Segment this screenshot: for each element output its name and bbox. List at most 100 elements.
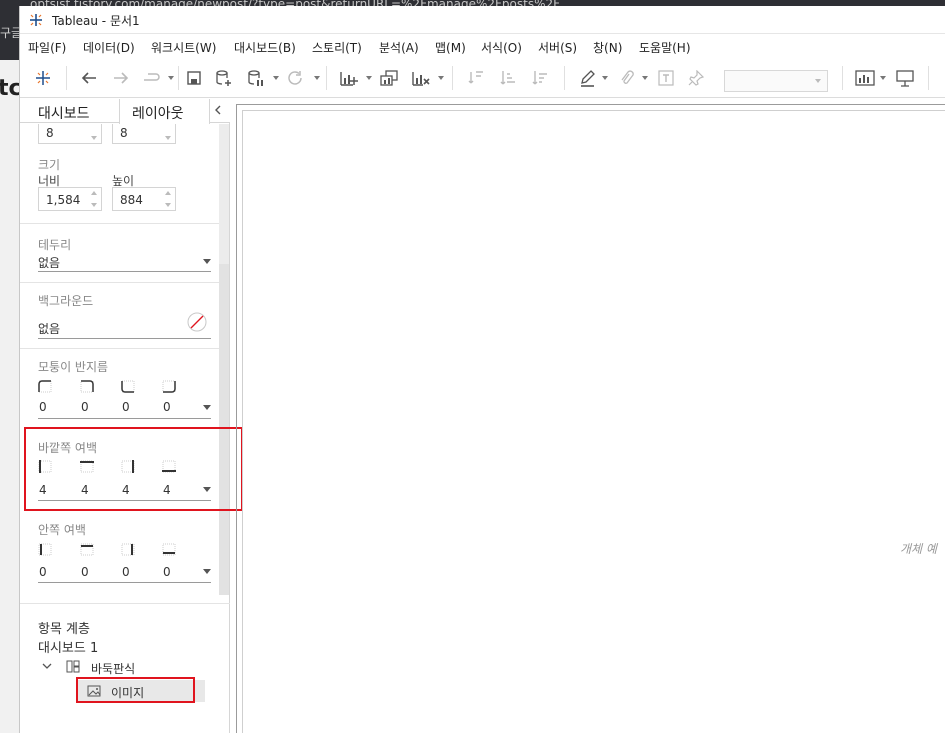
hierarchy-tiled[interactable]: 바둑판식 bbox=[91, 660, 135, 677]
border-label: 테두리 bbox=[38, 238, 72, 252]
position-y-value: 8 bbox=[120, 126, 128, 140]
menu-data[interactable]: 데이터(D) bbox=[83, 39, 135, 56]
highlight-button[interactable] bbox=[578, 68, 598, 88]
corner-bottom-right-icon bbox=[162, 380, 176, 393]
outer-padding-underline bbox=[38, 500, 211, 501]
border-dropdown-icon[interactable] bbox=[203, 259, 211, 264]
menu-file[interactable]: 파일(F) bbox=[28, 39, 66, 56]
outer-padding-left[interactable]: 4 bbox=[39, 483, 47, 497]
menu-story[interactable]: 스토리(T) bbox=[312, 39, 362, 56]
sort-ascending-button[interactable] bbox=[498, 68, 518, 88]
position-x-value: 8 bbox=[46, 126, 54, 140]
attach-dropdown-caret[interactable] bbox=[642, 76, 648, 80]
duplicate-sheet-button[interactable] bbox=[378, 68, 400, 88]
menu-dashboard[interactable]: 대시보드(B) bbox=[234, 39, 296, 56]
refresh-dropdown-caret[interactable] bbox=[314, 76, 320, 80]
clear-sheet-button[interactable] bbox=[410, 68, 432, 88]
tableau-home-button[interactable] bbox=[32, 68, 54, 88]
layout-pane: 대시보드 레이아웃 8 8 크기 너비 높이 1,584 884 테두리 없음 … bbox=[20, 99, 243, 733]
background-value[interactable]: 없음 bbox=[38, 320, 60, 337]
presentation-icon bbox=[896, 70, 914, 87]
menu-server[interactable]: 서버(S) bbox=[538, 39, 577, 56]
outer-padding-top[interactable]: 4 bbox=[81, 483, 89, 497]
corner-radius-top-right[interactable]: 0 bbox=[81, 400, 89, 414]
tab-layout[interactable]: 레이아웃 bbox=[132, 103, 184, 123]
menu-worksheet[interactable]: 워크시트(W) bbox=[151, 39, 216, 56]
width-up-icon[interactable] bbox=[91, 191, 97, 195]
collapse-pane-icon[interactable] bbox=[213, 104, 223, 116]
pause-dropdown-caret[interactable] bbox=[273, 76, 279, 80]
inner-padding-right[interactable]: 0 bbox=[122, 565, 130, 579]
height-down-icon[interactable] bbox=[165, 203, 171, 207]
toolbar-separator bbox=[326, 66, 327, 90]
highlight-dropdown-caret[interactable] bbox=[602, 76, 608, 80]
corner-radius-bottom-left[interactable]: 0 bbox=[122, 400, 130, 414]
replay-button[interactable] bbox=[140, 68, 164, 88]
clear-dropdown-caret[interactable] bbox=[438, 76, 444, 80]
fit-combo[interactable] bbox=[724, 70, 828, 92]
width-down-icon[interactable] bbox=[91, 203, 97, 207]
show-me-dropdown-caret[interactable] bbox=[880, 76, 886, 80]
sort-ascending-icon bbox=[500, 71, 515, 85]
show-me-button[interactable] bbox=[854, 68, 876, 88]
toolbar-separator bbox=[452, 66, 453, 90]
menu-analysis[interactable]: 분석(A) bbox=[379, 39, 419, 56]
height-up-icon[interactable] bbox=[165, 191, 171, 195]
corner-radius-underline bbox=[38, 418, 211, 419]
outer-padding-right[interactable]: 4 bbox=[122, 483, 130, 497]
menu-map[interactable]: 맵(M) bbox=[435, 39, 466, 56]
swap-icon bbox=[468, 71, 483, 84]
menu-format[interactable]: 서식(O) bbox=[481, 39, 522, 56]
no-color-swatch-icon[interactable] bbox=[187, 312, 207, 332]
new-datasource-button[interactable] bbox=[214, 68, 234, 88]
padding-left-icon bbox=[38, 460, 52, 473]
tableau-window: Tableau - 문서1 파일(F) 데이터(D) 워크시트(W) 대시보드(… bbox=[19, 6, 945, 733]
border-value[interactable]: 없음 bbox=[38, 254, 60, 271]
menu-window[interactable]: 창(N) bbox=[593, 39, 622, 56]
swap-button[interactable] bbox=[466, 68, 486, 88]
inner-padding-bottom[interactable]: 0 bbox=[163, 565, 171, 579]
pane-tabs: 대시보드 레이아웃 bbox=[20, 99, 230, 124]
size-label: 크기 bbox=[38, 158, 61, 172]
section-divider bbox=[20, 223, 219, 224]
position-y-down-icon[interactable] bbox=[165, 136, 171, 140]
new-sheet-dropdown-caret[interactable] bbox=[366, 76, 372, 80]
outer-padding-dropdown-icon[interactable] bbox=[203, 487, 211, 492]
corner-radius-top-left[interactable]: 0 bbox=[39, 400, 47, 414]
inner-padding-top[interactable]: 0 bbox=[81, 565, 89, 579]
height-field[interactable]: 884 bbox=[112, 187, 176, 211]
position-x-field[interactable]: 8 bbox=[38, 124, 102, 144]
dashboard-canvas[interactable] bbox=[242, 110, 945, 733]
text-button[interactable] bbox=[656, 68, 676, 88]
title-bar: Tableau - 문서1 bbox=[20, 6, 945, 34]
replay-dropdown-caret[interactable] bbox=[168, 76, 174, 80]
refresh-button[interactable] bbox=[284, 68, 306, 88]
redo-button[interactable] bbox=[110, 68, 132, 88]
pin-button[interactable] bbox=[686, 68, 706, 88]
sort-descending-button[interactable] bbox=[530, 68, 550, 88]
duplicate-icon bbox=[380, 70, 398, 86]
position-y-field[interactable]: 8 bbox=[112, 124, 176, 144]
section-divider bbox=[20, 603, 230, 604]
width-field[interactable]: 1,584 bbox=[38, 187, 102, 211]
tab-dashboard[interactable]: 대시보드 bbox=[38, 103, 90, 123]
replay-icon bbox=[144, 73, 160, 81]
menu-help[interactable]: 도움말(H) bbox=[639, 39, 691, 56]
outer-padding-bottom[interactable]: 4 bbox=[163, 483, 171, 497]
border-underline bbox=[38, 271, 211, 272]
inner-padding-left[interactable]: 0 bbox=[39, 565, 47, 579]
position-x-down-icon[interactable] bbox=[91, 136, 97, 140]
new-worksheet-button[interactable] bbox=[338, 68, 360, 88]
pause-updates-button[interactable] bbox=[246, 68, 266, 88]
item-hierarchy-title: 항목 계층 bbox=[38, 622, 90, 637]
save-button[interactable] bbox=[184, 68, 204, 88]
undo-button[interactable] bbox=[78, 68, 100, 88]
inner-padding-dropdown-icon[interactable] bbox=[203, 569, 211, 574]
outer-padding-label: 바깥쪽 여백 bbox=[38, 441, 98, 455]
presentation-button[interactable] bbox=[894, 68, 916, 88]
attach-button[interactable] bbox=[616, 68, 636, 88]
chevron-down-icon[interactable] bbox=[42, 662, 52, 670]
corner-radius-bottom-right[interactable]: 0 bbox=[163, 400, 171, 414]
corner-radius-dropdown-icon[interactable] bbox=[203, 405, 211, 410]
hierarchy-dashboard[interactable]: 대시보드 1 bbox=[38, 637, 98, 656]
